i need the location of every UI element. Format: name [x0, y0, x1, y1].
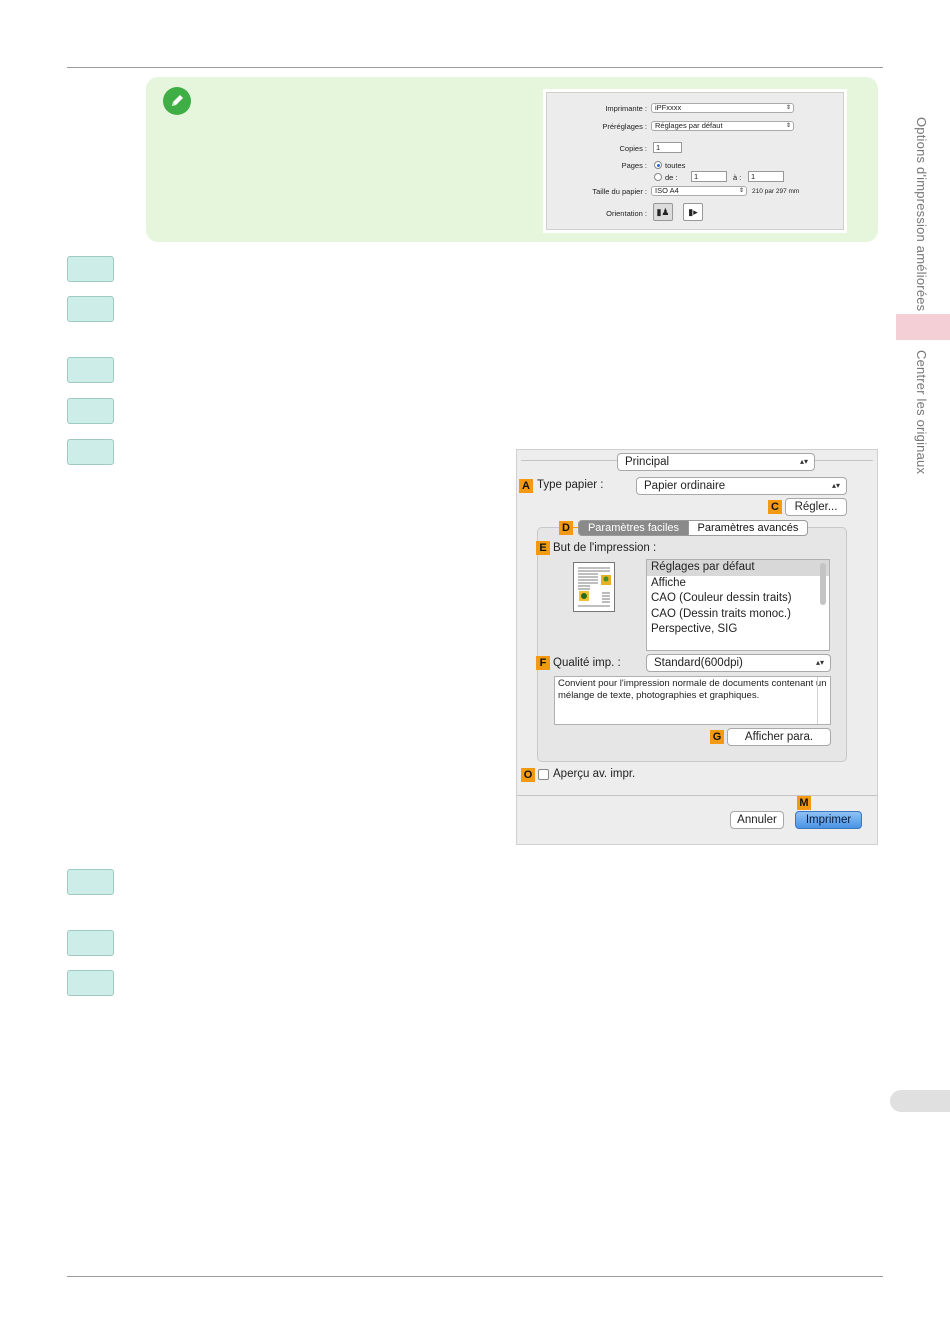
step-box	[67, 398, 114, 424]
list-scrollbar[interactable]	[820, 563, 826, 605]
badge-c: C	[768, 500, 782, 514]
pages-from-field[interactable]: 1	[691, 171, 727, 182]
pages-to-label: à :	[733, 173, 742, 182]
list-item[interactable]: Perspective, SIG	[647, 622, 829, 638]
preview-checkbox[interactable]	[538, 769, 549, 780]
side-tab-section-1: Options d'impression améliorées	[914, 117, 929, 312]
paper-size-label: Taille du papier :	[592, 187, 647, 196]
description-scrollbar-track	[817, 677, 818, 724]
presets-popup[interactable]: Réglages par défaut ⇕	[651, 121, 794, 131]
printer-label: Imprimante :	[605, 104, 647, 113]
badge-m: M	[797, 796, 811, 810]
pages-all-radio[interactable]	[654, 161, 662, 169]
pages-range-radio[interactable]	[654, 173, 662, 181]
portrait-icon: ▮♟	[656, 206, 670, 217]
description-text: Convient pour l'impression normale de do…	[558, 678, 827, 701]
orientation-label: Orientation :	[606, 209, 647, 218]
side-tab-marker	[890, 1090, 950, 1112]
printer-popup[interactable]: iPFxxxx ⇕	[651, 103, 794, 113]
popup-arrows-icon: ⇕	[785, 105, 791, 111]
copies-label: Copies :	[619, 144, 647, 153]
badge-a: A	[519, 479, 533, 493]
popup-arrows-icon: ▴▾	[815, 658, 824, 667]
badge-g: G	[710, 730, 724, 744]
list-item[interactable]: Affiche	[647, 576, 829, 592]
pages-from-label: de :	[665, 173, 678, 182]
paper-size-dims: 210 par 297 mm	[752, 188, 800, 195]
portrait-orientation-button[interactable]: ▮♟	[653, 203, 673, 221]
step-box	[67, 869, 114, 895]
paper-type-popup[interactable]: Papier ordinaire ▴▾	[636, 477, 847, 495]
list-item[interactable]: CAO (Couleur dessin traits)	[647, 591, 829, 607]
landscape-orientation-button[interactable]: ▮▸	[683, 203, 703, 221]
bottom-rule	[67, 1276, 883, 1277]
printer-value: iPFxxxx	[655, 103, 682, 112]
step-box	[67, 296, 114, 322]
panel-select-popup[interactable]: Principal ▴▾	[617, 453, 815, 471]
description-box: Convient pour l'impression normale de do…	[554, 676, 831, 725]
tab-easy-settings[interactable]: Paramètres faciles	[578, 520, 689, 536]
step-box	[67, 256, 114, 282]
preview-label: Aperçu av. impr.	[553, 768, 636, 780]
pages-to-field[interactable]: 1	[748, 171, 784, 182]
tab-advanced-settings[interactable]: Paramètres avancés	[688, 520, 808, 536]
paper-type-value: Papier ordinaire	[644, 480, 726, 492]
copies-field[interactable]: 1	[653, 142, 682, 153]
print-purpose-list[interactable]: Réglages par défaut Affiche CAO (Couleur…	[646, 559, 830, 651]
badge-f: F	[536, 656, 550, 670]
presets-label: Préréglages :	[602, 122, 647, 131]
popup-arrows-icon: ⇕	[738, 188, 744, 194]
dialog-bottom-divider	[517, 795, 877, 796]
cancel-button[interactable]: Annuler	[730, 811, 784, 829]
paper-size-popup[interactable]: ISO A4 ⇕	[651, 186, 747, 196]
landscape-icon: ▮▸	[688, 206, 698, 217]
pages-all-label: toutes	[665, 161, 686, 170]
print-settings-preview: Imprimante : iPFxxxx ⇕ Préréglages : Rég…	[546, 92, 844, 230]
pages-label: Pages :	[621, 161, 647, 170]
pencil-note-icon	[163, 87, 191, 115]
step-box	[67, 357, 114, 383]
paper-type-label: Type papier :	[537, 479, 604, 491]
badge-d: D	[559, 521, 573, 535]
popup-arrows-icon: ⇕	[785, 123, 791, 129]
step-box	[67, 439, 114, 465]
quality-value: Standard(600dpi)	[654, 657, 743, 669]
badge-e: E	[536, 541, 550, 555]
document-preview-thumbnail	[573, 562, 615, 612]
presets-value: Réglages par défaut	[655, 121, 723, 130]
paper-size-value: ISO A4	[655, 186, 679, 195]
list-item[interactable]: Réglages par défaut	[647, 560, 829, 576]
print-button[interactable]: Imprimer	[795, 811, 862, 829]
show-settings-button[interactable]: Afficher para.	[727, 728, 831, 746]
panel-select-value: Principal	[625, 456, 670, 468]
print-purpose-label: But de l'impression :	[553, 542, 657, 554]
document-thumbnail-icon	[578, 567, 611, 607]
side-tab-highlight	[896, 314, 950, 340]
popup-arrows-icon: ▴▾	[831, 481, 840, 490]
side-tab-section-2: Centrer les originaux	[914, 350, 929, 475]
step-box	[67, 930, 114, 956]
popup-arrows-icon: ▴▾	[799, 457, 808, 466]
quality-popup[interactable]: Standard(600dpi) ▴▾	[646, 654, 831, 672]
badge-o: O	[521, 768, 535, 782]
quality-label: Qualité imp. :	[553, 657, 621, 669]
step-box	[67, 970, 114, 996]
top-rule	[67, 67, 883, 68]
adjust-button[interactable]: Régler...	[785, 498, 847, 516]
list-item[interactable]: CAO (Dessin traits monoc.)	[647, 607, 829, 623]
